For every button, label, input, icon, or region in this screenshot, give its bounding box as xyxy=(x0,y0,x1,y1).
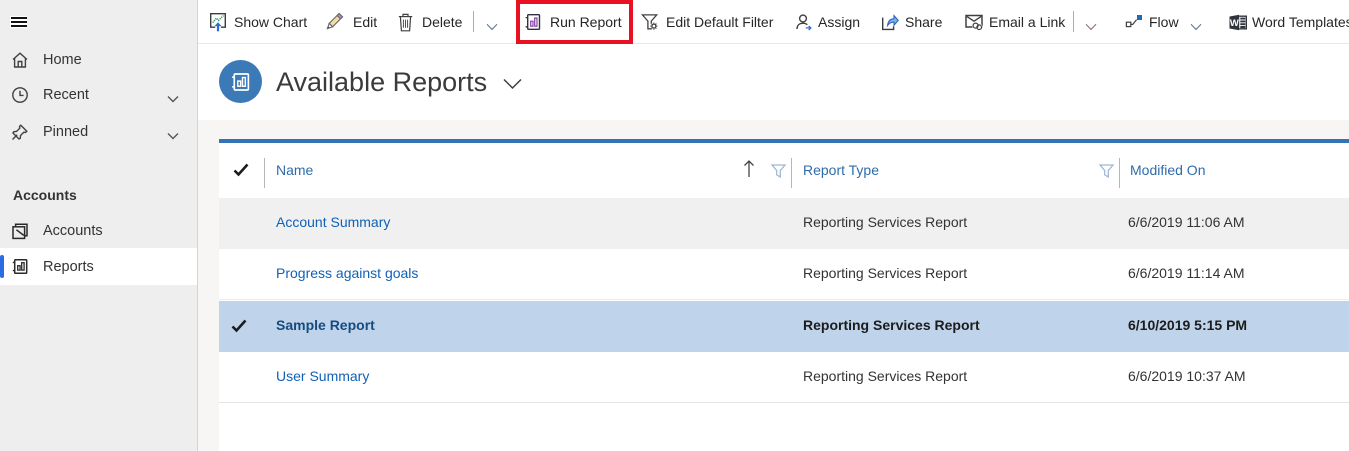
svg-text:W: W xyxy=(1230,18,1239,29)
